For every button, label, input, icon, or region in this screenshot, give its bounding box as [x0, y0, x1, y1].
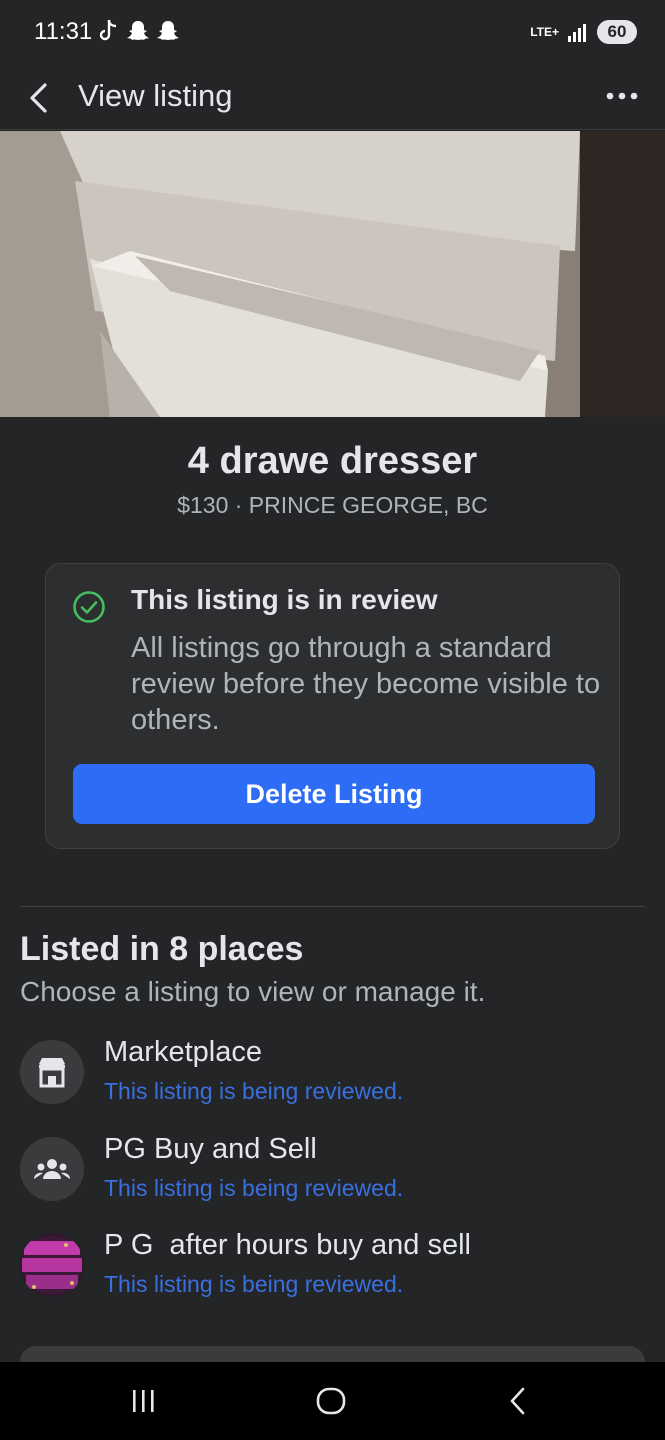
- place-status: This listing is being reviewed.: [104, 1078, 404, 1104]
- divider: [20, 906, 645, 907]
- snapchat-icon: [157, 21, 179, 40]
- tiktok-icon: [99, 19, 117, 41]
- snapchat-icon: [127, 21, 149, 40]
- place-item-marketplace[interactable]: Marketplace This listing is being review…: [20, 1036, 645, 1116]
- place-avatar: [20, 1137, 84, 1201]
- listing-photo[interactable]: [0, 131, 665, 417]
- recent-apps-icon[interactable]: [130, 1384, 158, 1418]
- system-back-icon[interactable]: [504, 1384, 532, 1418]
- signal-icon: [568, 24, 586, 42]
- listing-title: 4 drawe dresser: [187, 440, 478, 482]
- group-icon: [20, 1137, 84, 1201]
- app-header: View listing: [0, 66, 665, 130]
- place-item-pg-after-hours[interactable]: P G after hours buy and sell This listin…: [20, 1229, 645, 1309]
- marketplace-store-icon: [20, 1040, 84, 1104]
- battery-indicator: 60: [597, 20, 637, 44]
- more-options-icon[interactable]: [605, 88, 639, 104]
- listing-price-location: $130 · PRINCE GEORGE, BC: [177, 492, 488, 518]
- page-title: View listing: [78, 78, 233, 113]
- status-bar: 11:31 LTE+ 60: [0, 0, 665, 66]
- system-nav-bar: [0, 1362, 665, 1440]
- review-title: This listing is in review: [131, 584, 438, 615]
- status-indicators: LTE+ 60: [530, 20, 637, 44]
- place-status: This listing is being reviewed.: [104, 1271, 404, 1297]
- network-label: LTE+: [530, 24, 559, 39]
- place-name: Marketplace: [104, 1036, 262, 1068]
- place-avatar: [20, 1040, 84, 1104]
- status-app-icons: [96, 18, 180, 44]
- places-subtitle: Choose a listing to view or manage it.: [20, 976, 486, 1007]
- delete-listing-button[interactable]: Delete Listing: [73, 764, 595, 824]
- home-icon[interactable]: [314, 1384, 348, 1418]
- dresser-image: [0, 131, 665, 417]
- review-body: All listings go through a standard revie…: [131, 632, 601, 736]
- place-item-pg-buy-and-sell[interactable]: PG Buy and Sell This listing is being re…: [20, 1133, 645, 1213]
- place-status: This listing is being reviewed.: [104, 1175, 404, 1201]
- check-circle-icon: [73, 591, 105, 623]
- places-title: Listed in 8 places: [20, 930, 304, 968]
- review-notice-card: This listing is in review All listings g…: [45, 563, 620, 849]
- place-name: P G after hours buy and sell: [104, 1229, 472, 1261]
- back-arrow-icon[interactable]: [24, 80, 54, 116]
- group-avatar-image: [20, 1233, 84, 1297]
- place-avatar: [20, 1233, 84, 1297]
- place-name: PG Buy and Sell: [104, 1133, 317, 1165]
- status-time: 11:31: [34, 18, 93, 45]
